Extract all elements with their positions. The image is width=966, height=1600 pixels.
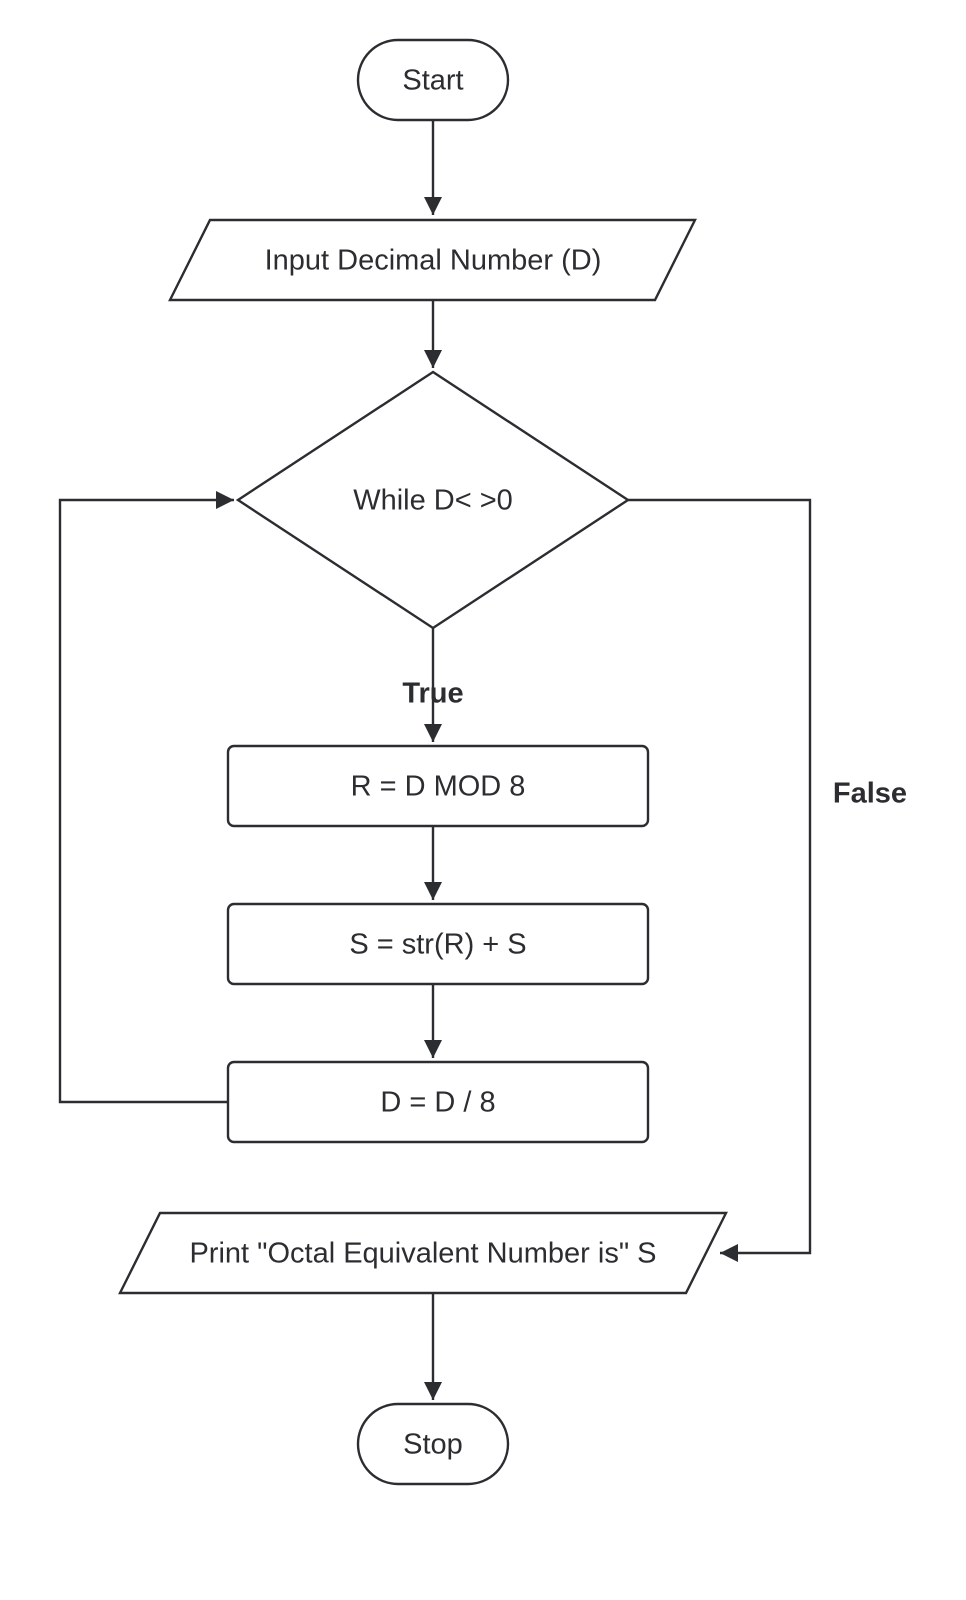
false-label: False <box>833 778 907 810</box>
start-label: Start <box>402 65 463 97</box>
input-label: Input Decimal Number (D) <box>265 245 602 277</box>
process-1-label: R = D MOD 8 <box>351 771 526 803</box>
flowchart-canvas: Start Input Decimal Number (D) While D< … <box>0 0 966 1600</box>
edge-loop-back <box>60 500 234 1102</box>
process-2-label: S = str(R) + S <box>349 929 526 961</box>
true-label: True <box>402 678 463 710</box>
output-label: Print "Octal Equivalent Number is" S <box>189 1238 656 1270</box>
edge-decision-output <box>628 500 810 1253</box>
stop-label: Stop <box>403 1429 463 1461</box>
decision-label: While D< >0 <box>353 485 513 517</box>
process-3-label: D = D / 8 <box>380 1087 495 1119</box>
